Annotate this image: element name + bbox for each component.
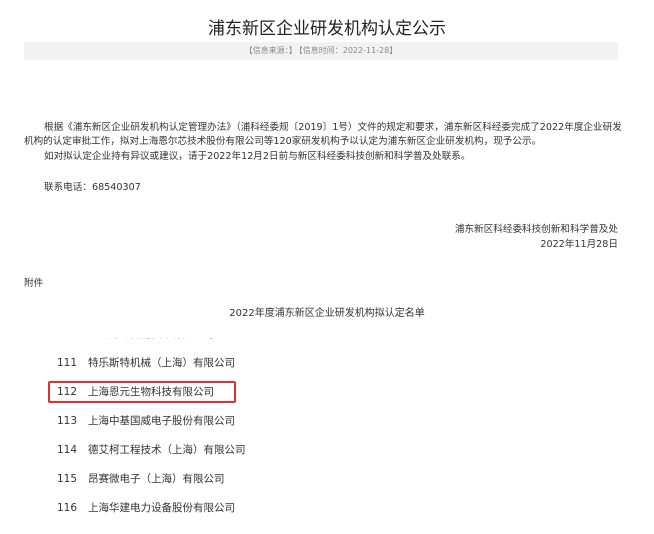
list-item-number: 116: [57, 502, 78, 514]
list-item: 114 德艾柯工程技术（上海）有限公司: [40, 436, 300, 465]
list-item-highlighted: 112 上海恩元生物科技有限公司: [40, 378, 300, 407]
list-item-number: 112: [57, 386, 78, 398]
company-list-track: 110 上海励璋智能技术有限公司 111 特乐斯特机械（上海）有限公司 112 …: [40, 338, 300, 520]
info-meta-bar: 【信息来源：】 【信息时间：2022-11-28】: [24, 42, 618, 60]
list-item-company: 上海中基国威电子股份有限公司: [88, 415, 235, 427]
list-item-company: 昂赛微电子（上海）有限公司: [88, 473, 225, 485]
notice-paragraph-2: 如对拟认定企业持有异议或建议，请于2022年12月2日前与新区科经委科技创新和科…: [44, 151, 471, 162]
list-item: 111 特乐斯特机械（上海）有限公司: [40, 349, 300, 378]
attachment-label: 附件: [24, 278, 44, 289]
signature-block: 浦东新区科经委科技创新和科学普及处 2022年11月28日: [455, 222, 618, 252]
list-item-number: 111: [57, 357, 78, 369]
list-item: 116 上海华建电力设备股份有限公司: [40, 494, 300, 520]
attachment-list-title: 2022年度浦东新区企业研发机构拟认定名单: [229, 308, 425, 319]
list-item: 110 上海励璋智能技术有限公司: [40, 338, 300, 349]
company-list[interactable]: 110 上海励璋智能技术有限公司 111 特乐斯特机械（上海）有限公司 112 …: [40, 338, 300, 520]
page-title: 浦东新区企业研发机构认定公示: [208, 19, 446, 39]
list-item-company: 上海励璋智能技术有限公司: [88, 338, 214, 349]
list-item-company: 德艾柯工程技术（上海）有限公司: [88, 444, 246, 456]
list-item-number: 114: [57, 444, 78, 456]
list-item-number: 113: [57, 415, 78, 427]
list-item: 115 昂赛微电子（上海）有限公司: [40, 465, 300, 494]
signature-org: 浦东新区科经委科技创新和科学普及处: [454, 224, 618, 235]
notice-paragraph-1: 根据《浦东新区企业研发机构认定管理办法》（浦科经委规〔2019〕1号）文件的规定…: [24, 122, 622, 147]
list-item-company: 特乐斯特机械（上海）有限公司: [88, 357, 235, 369]
contact-phone: 联系电话：68540307: [44, 182, 141, 193]
list-item-company: 上海华建电力设备股份有限公司: [88, 502, 235, 514]
list-item: 113 上海中基国威电子股份有限公司: [40, 407, 300, 436]
signature-date: 2022年11月28日: [540, 239, 618, 250]
list-item-number: 110: [57, 338, 77, 349]
list-item-company: 上海恩元生物科技有限公司: [88, 386, 214, 398]
list-item-number: 115: [57, 473, 78, 485]
info-source: 【信息来源：】: [244, 46, 297, 55]
info-time: 【信息时间：2022-11-28】: [298, 46, 398, 55]
